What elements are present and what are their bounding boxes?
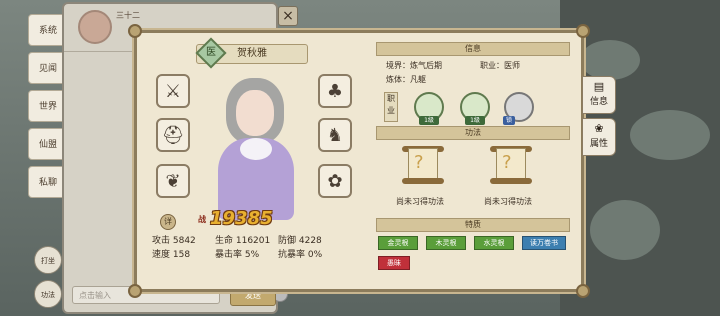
trait-badge[interactable]: 金灵根 xyxy=(378,236,418,250)
detail-badge[interactable]: 详 xyxy=(160,214,176,230)
ring-icon: ♣ xyxy=(326,80,344,102)
profession-skill-locked[interactable]: 锁 xyxy=(503,92,534,125)
profession-skill-2[interactable]: 1级 xyxy=(460,92,490,125)
traits-header: 特质 xyxy=(376,218,570,232)
body-text: 炼体：凡躯 xyxy=(386,75,426,84)
pin-icon xyxy=(128,284,142,298)
meditate-button[interactable]: 打坐 xyxy=(34,246,62,274)
stat-defense: 防御 4228 xyxy=(278,236,322,246)
skill-level: 1级 xyxy=(419,116,439,125)
talisman-icon: ✿ xyxy=(327,170,343,192)
document-icon: ▤ xyxy=(593,80,605,93)
stat-attack: 攻击 5842 xyxy=(152,236,196,246)
stat-crit: 暴击率 5% xyxy=(215,250,260,260)
profession-vertical-label: 职业 xyxy=(384,92,398,122)
gongfa-slot-2-label: 尚未习得功法 xyxy=(484,197,532,206)
stat-anti-crit: 抗暴率 0% xyxy=(278,250,323,260)
tab-info[interactable]: ▤ 信息 xyxy=(582,76,616,114)
power-label: 战 xyxy=(198,215,206,224)
boots-icon: ♞ xyxy=(326,124,344,146)
skill-level: 1级 xyxy=(465,116,485,125)
combat-power: 19385 xyxy=(210,208,273,229)
close-icon[interactable]: × xyxy=(278,6,298,26)
trait-badge[interactable]: 读万卷书 xyxy=(522,236,566,250)
pin-icon xyxy=(576,284,590,298)
lock-icon: 锁 xyxy=(503,116,515,125)
ring-slot[interactable]: ♣ xyxy=(318,74,352,108)
trait-badge[interactable]: 水灵根 xyxy=(474,236,514,250)
avatar[interactable] xyxy=(78,10,112,44)
pin-icon xyxy=(576,24,590,38)
pin-icon xyxy=(128,24,142,38)
scroll-icon[interactable]: ? xyxy=(488,144,534,186)
gongfa-side-button[interactable]: 功法 xyxy=(34,280,62,308)
trait-badge[interactable]: 愚昧 xyxy=(378,256,410,270)
chat-sender-name: 三十二 xyxy=(116,11,140,20)
stat-hp: 生命 116201 xyxy=(215,236,271,246)
tab-attributes[interactable]: ❀ 属性 xyxy=(582,118,616,156)
weapon-slot[interactable]: ⚔ xyxy=(156,74,190,108)
profession-text: 职业：医师 xyxy=(480,61,520,70)
gongfa-header: 功法 xyxy=(376,126,570,140)
paw-icon: ❀ xyxy=(594,122,604,135)
pouch-icon: ❦ xyxy=(165,170,181,192)
scroll-icon[interactable]: ? xyxy=(400,144,446,186)
info-header: 信息 xyxy=(376,42,570,56)
character-portrait xyxy=(196,74,314,220)
stat-speed: 速度 158 xyxy=(152,250,191,260)
background-scene-right xyxy=(560,0,720,316)
realm-text: 境界：炼气后期 xyxy=(386,61,442,70)
accessory-slot[interactable]: ❦ xyxy=(156,164,190,198)
talisman-slot[interactable]: ✿ xyxy=(318,164,352,198)
boots-slot[interactable]: ♞ xyxy=(318,118,352,152)
profession-skill-1[interactable]: 1级 xyxy=(414,92,444,125)
gongfa-slot-1-label: 尚未习得功法 xyxy=(396,197,444,206)
helmet-icon: ⛑ xyxy=(161,124,185,146)
armor-slot[interactable]: ⛑ xyxy=(156,118,190,152)
trait-badge[interactable]: 木灵根 xyxy=(426,236,466,250)
stats-table: 攻击 5842 生命 116201 防御 4228 速度 158 暴击率 5% … xyxy=(152,234,342,262)
sword-icon: ⚔ xyxy=(164,80,182,102)
